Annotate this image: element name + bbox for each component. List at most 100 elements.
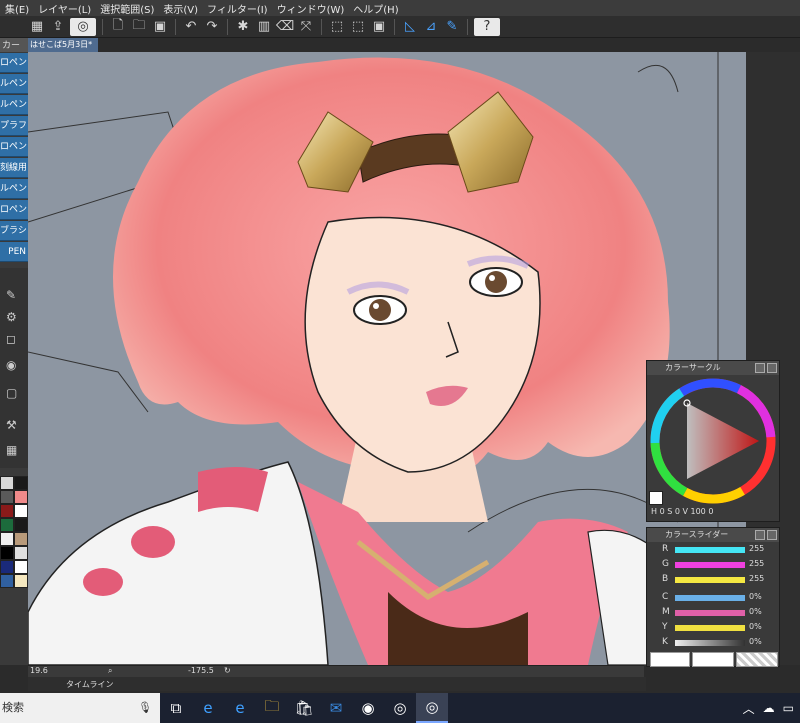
zoom-icon[interactable]: ⌕ — [108, 666, 112, 676]
color-swatch[interactable] — [0, 490, 14, 504]
background-color-swatch[interactable] — [692, 652, 734, 667]
save-icon[interactable]: ▣ — [151, 18, 169, 36]
color-swatch[interactable] — [0, 532, 14, 546]
perspective-icon[interactable]: ⊿ — [422, 18, 440, 36]
box-icon[interactable]: ▢ — [6, 386, 17, 400]
menu-layer[interactable]: レイヤー(L) — [33, 1, 95, 16]
slider-row-r[interactable]: R 255 — [657, 544, 777, 556]
color-swatch[interactable] — [0, 476, 14, 490]
timeline-label[interactable]: タイムライン — [66, 679, 113, 690]
open-file-icon[interactable]: 🗀 — [130, 18, 148, 36]
brush-icon[interactable]: ✎ — [6, 288, 16, 302]
slider-row-y[interactable]: Y 0% — [657, 622, 777, 634]
clear-icon[interactable]: ▥ — [255, 18, 273, 36]
taskbar-search[interactable]: 検索 🎙 — [0, 693, 160, 723]
zoom-readout[interactable]: 19.6 — [30, 666, 48, 675]
wrench-icon[interactable]: ⚒ — [6, 418, 17, 432]
color-wheel[interactable] — [647, 375, 781, 505]
menu-view[interactable]: 表示(V) — [158, 1, 202, 16]
slider-bar[interactable] — [675, 610, 745, 616]
slider-knob-icon[interactable]: ◉ — [6, 358, 16, 372]
color-swatch[interactable] — [0, 560, 14, 574]
menu-filter[interactable]: フィルター(I) — [202, 1, 272, 16]
menu-edit[interactable]: 集(E) — [0, 1, 33, 16]
slider-row-k[interactable]: K 0% — [657, 637, 777, 649]
undo-icon[interactable]: ↶ — [182, 18, 200, 36]
grid-icon[interactable]: ▦ — [28, 18, 46, 36]
network-icon[interactable]: ▭ — [783, 701, 794, 715]
brush-item[interactable]: ルペン — [0, 95, 28, 115]
color-swatch[interactable] — [0, 546, 14, 560]
crop-icon[interactable]: ⬚ — [328, 18, 346, 36]
square-icon[interactable]: ◻ — [6, 332, 16, 346]
brush-item[interactable]: ルペン — [0, 179, 28, 199]
transform-icon[interactable]: ⤧ — [297, 18, 315, 36]
color-swatch[interactable] — [14, 504, 28, 518]
task-view-icon[interactable]: ⧉ — [160, 693, 192, 723]
slider-bar[interactable] — [675, 577, 745, 583]
angle-readout[interactable]: -175.5 — [188, 666, 214, 675]
menu-window[interactable]: ウィンドウ(W) — [272, 1, 349, 16]
slider-bar[interactable] — [675, 595, 745, 601]
brush-item[interactable]: ブラシ — [0, 221, 28, 241]
store-icon[interactable]: 🛍 — [288, 693, 320, 723]
ruler-icon[interactable]: ◺ — [401, 18, 419, 36]
clip-paint-icon[interactable]: ◎ — [416, 693, 448, 723]
slider-bar[interactable] — [675, 625, 745, 631]
foreground-color-swatch[interactable] — [650, 652, 690, 667]
cloud-icon[interactable]: ☁ — [763, 701, 775, 715]
brush-item[interactable]: PEN — [0, 242, 28, 262]
pen-icon[interactable]: ✎ — [443, 18, 461, 36]
slider-row-b[interactable]: B 255 — [657, 574, 777, 586]
menu-help[interactable]: ヘルプ(H) — [348, 1, 402, 16]
minimize-icon[interactable] — [755, 363, 765, 373]
slider-row-c[interactable]: C 0% — [657, 592, 777, 604]
microphone-icon[interactable]: 🎙 — [138, 693, 152, 723]
rotate-icon[interactable]: ↻ — [224, 666, 231, 675]
grid-icon[interactable]: ▦ — [6, 443, 17, 457]
color-swatch[interactable] — [0, 574, 14, 588]
loading-icon[interactable]: ✱ — [234, 18, 252, 36]
select-all-icon[interactable]: ▣ — [370, 18, 388, 36]
main-color-swatch[interactable] — [649, 491, 663, 505]
brush-item[interactable]: ルペン — [0, 74, 28, 94]
color-swatch[interactable] — [14, 560, 28, 574]
color-swatch[interactable] — [14, 518, 28, 532]
slider-bar[interactable] — [675, 547, 745, 553]
app-icon[interactable]: ◉ — [352, 693, 384, 723]
document-tab[interactable]: はせこば5月3日* — [28, 38, 98, 52]
slider-row-g[interactable]: G 255 — [657, 559, 777, 571]
minimize-icon[interactable] — [755, 530, 765, 540]
color-swatch[interactable] — [14, 574, 28, 588]
edge-browser-icon[interactable]: e — [224, 693, 256, 723]
color-swatch[interactable] — [14, 490, 28, 504]
color-swatch[interactable] — [14, 546, 28, 560]
brush-item[interactable]: プラフィ — [0, 116, 28, 136]
transparent-color-swatch[interactable] — [736, 652, 778, 667]
chevron-up-icon[interactable]: ︿ — [743, 700, 755, 717]
redo-icon[interactable]: ↷ — [203, 18, 221, 36]
menu-icon[interactable] — [767, 530, 777, 540]
spiral-logo-icon[interactable]: ◎ — [70, 17, 96, 36]
slider-row-m[interactable]: M 0% — [657, 607, 777, 619]
brush-item[interactable]: ロペン — [0, 53, 28, 73]
eraser-icon[interactable]: ⌫ — [276, 18, 294, 36]
help-icon[interactable]: ? — [474, 17, 500, 36]
menu-selection[interactable]: 選択範囲(S) — [95, 1, 158, 16]
menu-icon[interactable] — [767, 363, 777, 373]
color-swatch[interactable] — [14, 476, 28, 490]
ie-browser-icon[interactable]: e — [192, 693, 224, 723]
brush-item[interactable]: ロペン — [0, 200, 28, 220]
color-swatch[interactable] — [0, 504, 14, 518]
brush-item[interactable]: 刻線用 — [0, 158, 28, 178]
new-file-icon[interactable]: 🗋 — [109, 18, 127, 36]
slider-bar[interactable] — [675, 640, 745, 646]
clip-studio-icon[interactable]: ◎ — [384, 693, 416, 723]
share-icon[interactable]: ⇪ — [49, 18, 67, 36]
drawing-canvas[interactable] — [28, 52, 746, 665]
settings-icon[interactable]: ⚙ — [6, 310, 17, 324]
brush-item[interactable]: ロペン — [0, 137, 28, 157]
color-swatch[interactable] — [14, 532, 28, 546]
outlook-icon[interactable]: ✉ — [320, 693, 352, 723]
color-swatch[interactable] — [0, 518, 14, 532]
